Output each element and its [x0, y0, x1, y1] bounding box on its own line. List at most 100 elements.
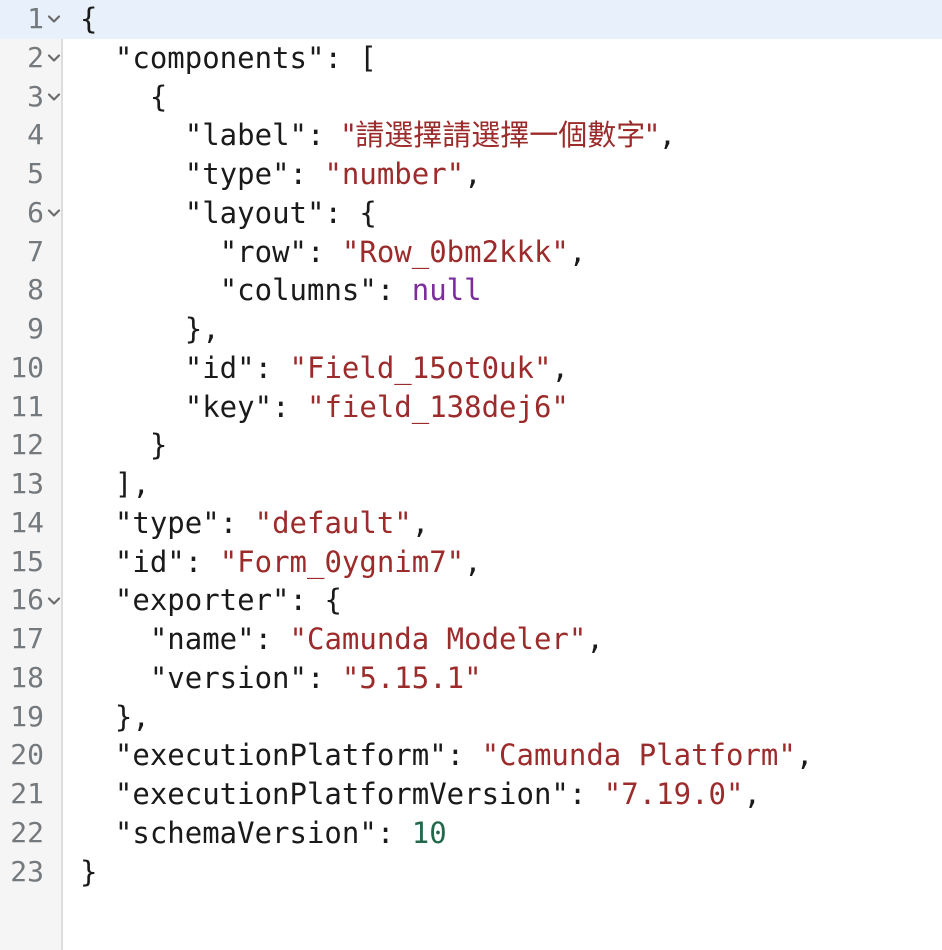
line-gutter: 2: [0, 39, 65, 78]
token-punct: {: [324, 583, 342, 618]
code-line-content[interactable]: "type": "number",: [65, 155, 942, 194]
token-punct: ,: [551, 350, 569, 385]
code-line-content[interactable]: ],: [65, 465, 942, 504]
code-line[interactable]: 10 "id": "Field_15ot0uk",: [0, 349, 942, 388]
code-line-content[interactable]: "components": [: [65, 39, 942, 78]
token-key: "columns": [219, 273, 377, 308]
chevron-down-icon[interactable]: [45, 581, 63, 620]
token-punct: :: [324, 195, 360, 230]
chevron-down-icon[interactable]: [45, 194, 63, 233]
token-punct: :: [324, 40, 360, 75]
line-gutter: 9: [0, 310, 65, 349]
code-line[interactable]: 13 ],: [0, 465, 942, 504]
code-line-content[interactable]: "executionPlatform": "Camunda Platform",: [65, 736, 942, 775]
line-number: 11: [10, 389, 44, 423]
code-line-content[interactable]: "exporter": {: [65, 581, 942, 620]
token-punct: :: [306, 118, 342, 153]
line-gutter: 1: [0, 0, 65, 39]
token-punct: :: [254, 622, 290, 656]
code-line[interactable]: 21 "executionPlatformVersion": "7.19.0",: [0, 775, 942, 814]
code-line-content[interactable]: "id": "Field_15ot0uk",: [65, 349, 942, 388]
token-punct: ,: [658, 118, 677, 153]
token-string: "Camunda Platform": [481, 738, 796, 773]
line-gutter: 4: [0, 116, 65, 155]
code-line[interactable]: 16 "exporter": {: [0, 581, 942, 620]
code-line[interactable]: 2 "components": [: [0, 39, 942, 78]
line-gutter: 22: [0, 814, 65, 853]
code-line[interactable]: 14 "type": "default",: [0, 504, 942, 543]
token-punct: :: [376, 815, 412, 850]
code-line-content[interactable]: {: [65, 0, 942, 39]
code-line[interactable]: 3 {: [0, 78, 942, 117]
code-line-content[interactable]: "layout": {: [65, 194, 942, 233]
code-line-content[interactable]: "type": "default",: [65, 504, 942, 543]
code-line[interactable]: 8 "columns": null: [0, 271, 942, 310]
line-gutter: 17: [0, 620, 65, 659]
token-punct: :: [376, 273, 412, 308]
code-line-content[interactable]: }: [65, 426, 942, 465]
code-line[interactable]: 6 "layout": {: [0, 194, 942, 233]
line-number: 8: [27, 273, 44, 307]
code-line[interactable]: 20 "executionPlatform": "Camunda Platfor…: [0, 736, 942, 775]
chevron-down-icon[interactable]: [45, 0, 63, 39]
code-line[interactable]: 12 }: [0, 426, 942, 465]
token-punct: [: [359, 40, 377, 75]
code-line-content[interactable]: "executionPlatformVersion": "7.19.0",: [65, 775, 942, 814]
token-punct: :: [306, 660, 342, 695]
code-line[interactable]: 9 },: [0, 310, 942, 349]
line-gutter: 8: [0, 271, 65, 310]
token-string: "field_138dej6": [307, 389, 569, 424]
line-gutter: 23: [0, 853, 65, 892]
code-line-content[interactable]: "key": "field_138dej6": [65, 388, 942, 427]
code-line-content[interactable]: "version": "5.15.1": [65, 659, 942, 698]
token-string: "Form_0ygnim7": [219, 544, 465, 579]
code-line-content[interactable]: "row": "Row_0bm2kkk",: [65, 233, 942, 272]
token-punct: ,: [411, 505, 430, 540]
code-line[interactable]: 22 "schemaVersion": 10: [0, 814, 942, 853]
code-line-content[interactable]: }: [65, 853, 942, 892]
token-punct: },: [114, 699, 150, 734]
chevron-down-icon[interactable]: [45, 39, 63, 78]
line-gutter: 10: [0, 349, 65, 388]
code-line[interactable]: 23}: [0, 853, 942, 892]
code-line[interactable]: 1{: [0, 0, 942, 39]
code-line[interactable]: 19 },: [0, 698, 942, 737]
code-lines-container[interactable]: 1{2 "components": [3 {4 "label": "請選擇請選擇…: [0, 0, 942, 891]
code-line[interactable]: 7 "row": "Row_0bm2kkk",: [0, 233, 942, 272]
line-gutter: 5: [0, 155, 65, 194]
token-punct: }: [149, 428, 168, 463]
token-string: "default": [254, 505, 412, 540]
code-line[interactable]: 18 "version": "5.15.1": [0, 659, 942, 698]
token-key: "label": [184, 118, 307, 153]
token-key: "row": [219, 234, 307, 269]
code-line[interactable]: 5 "type": "number",: [0, 155, 942, 194]
code-line-content[interactable]: "columns": null: [65, 271, 942, 310]
token-key: "exporter": [114, 583, 290, 618]
token-punct: },: [184, 312, 220, 346]
code-line-content[interactable]: },: [65, 698, 942, 737]
code-line-content[interactable]: "name": "Camunda Modeler",: [65, 620, 942, 659]
code-line-content[interactable]: "schemaVersion": 10: [65, 814, 942, 853]
token-key: "type": [114, 505, 220, 540]
code-line-content[interactable]: {: [65, 78, 942, 117]
code-line[interactable]: 15 "id": "Form_0ygnim7",: [0, 543, 942, 582]
code-line[interactable]: 17 "name": "Camunda Modeler",: [0, 620, 942, 659]
code-line-content[interactable]: "label": "請選擇請選擇一個數字",: [65, 116, 942, 155]
token-key: "executionPlatformVersion": [114, 777, 569, 811]
code-line-content[interactable]: },: [65, 310, 942, 349]
code-line[interactable]: 4 "label": "請選擇請選擇一個數字",: [0, 116, 942, 155]
line-number: 3: [27, 79, 44, 113]
token-key: "version": [149, 660, 307, 695]
line-number: 2: [27, 40, 44, 74]
chevron-down-icon[interactable]: [45, 78, 63, 117]
code-line[interactable]: 11 "key": "field_138dej6": [0, 388, 942, 427]
json-code-editor[interactable]: 1{2 "components": [3 {4 "label": "請選擇請選擇…: [0, 0, 942, 950]
code-line-content[interactable]: "id": "Form_0ygnim7",: [65, 543, 942, 582]
line-number: 14: [10, 505, 44, 539]
